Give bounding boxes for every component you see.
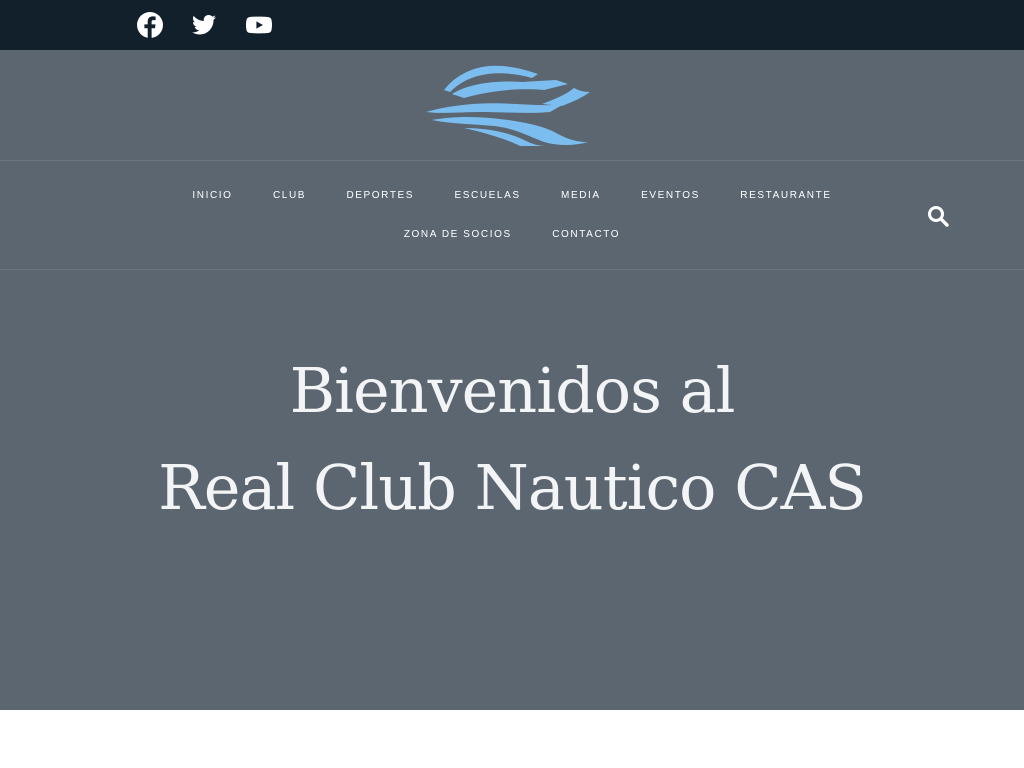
nav-item-eventos[interactable]: EVENTOS (641, 190, 700, 201)
boat-logo-icon[interactable] (424, 64, 592, 146)
nav-item-contacto[interactable]: CONTACTO (552, 229, 620, 240)
youtube-icon[interactable] (245, 11, 273, 39)
nav-item-media[interactable]: MEDIA (561, 190, 601, 201)
nav-item-inicio[interactable]: INICIO (192, 190, 232, 201)
nav-item-club[interactable]: CLUB (273, 190, 306, 201)
top-bar (0, 0, 1024, 50)
nav-row-secondary: ZONA DE SOCIOS CONTACTO (0, 229, 1024, 240)
hero-title-line-1: Bienvenidos al (289, 354, 736, 427)
nav-item-zona-de-socios[interactable]: ZONA DE SOCIOS (404, 229, 512, 240)
search-icon[interactable] (927, 205, 951, 229)
nav-item-deportes[interactable]: DEPORTES (346, 190, 414, 201)
page-content-area (0, 710, 1024, 768)
nav-item-restaurante[interactable]: RESTAURANTE (740, 190, 831, 201)
nav-item-escuelas[interactable]: ESCUELAS (454, 190, 520, 201)
twitter-icon[interactable] (190, 11, 218, 39)
facebook-icon[interactable] (136, 11, 164, 39)
nav-row-primary: INICIO CLUB DEPORTES ESCUELAS MEDIA EVEN… (0, 190, 1024, 201)
hero-title: Bienvenidos al Real Club Nautico CAS (0, 342, 1024, 536)
main-navigation: INICIO CLUB DEPORTES ESCUELAS MEDIA EVEN… (0, 160, 1024, 270)
site-header: INICIO CLUB DEPORTES ESCUELAS MEDIA EVEN… (0, 50, 1024, 710)
hero-title-line-2: Real Club Nautico CAS (158, 451, 867, 524)
